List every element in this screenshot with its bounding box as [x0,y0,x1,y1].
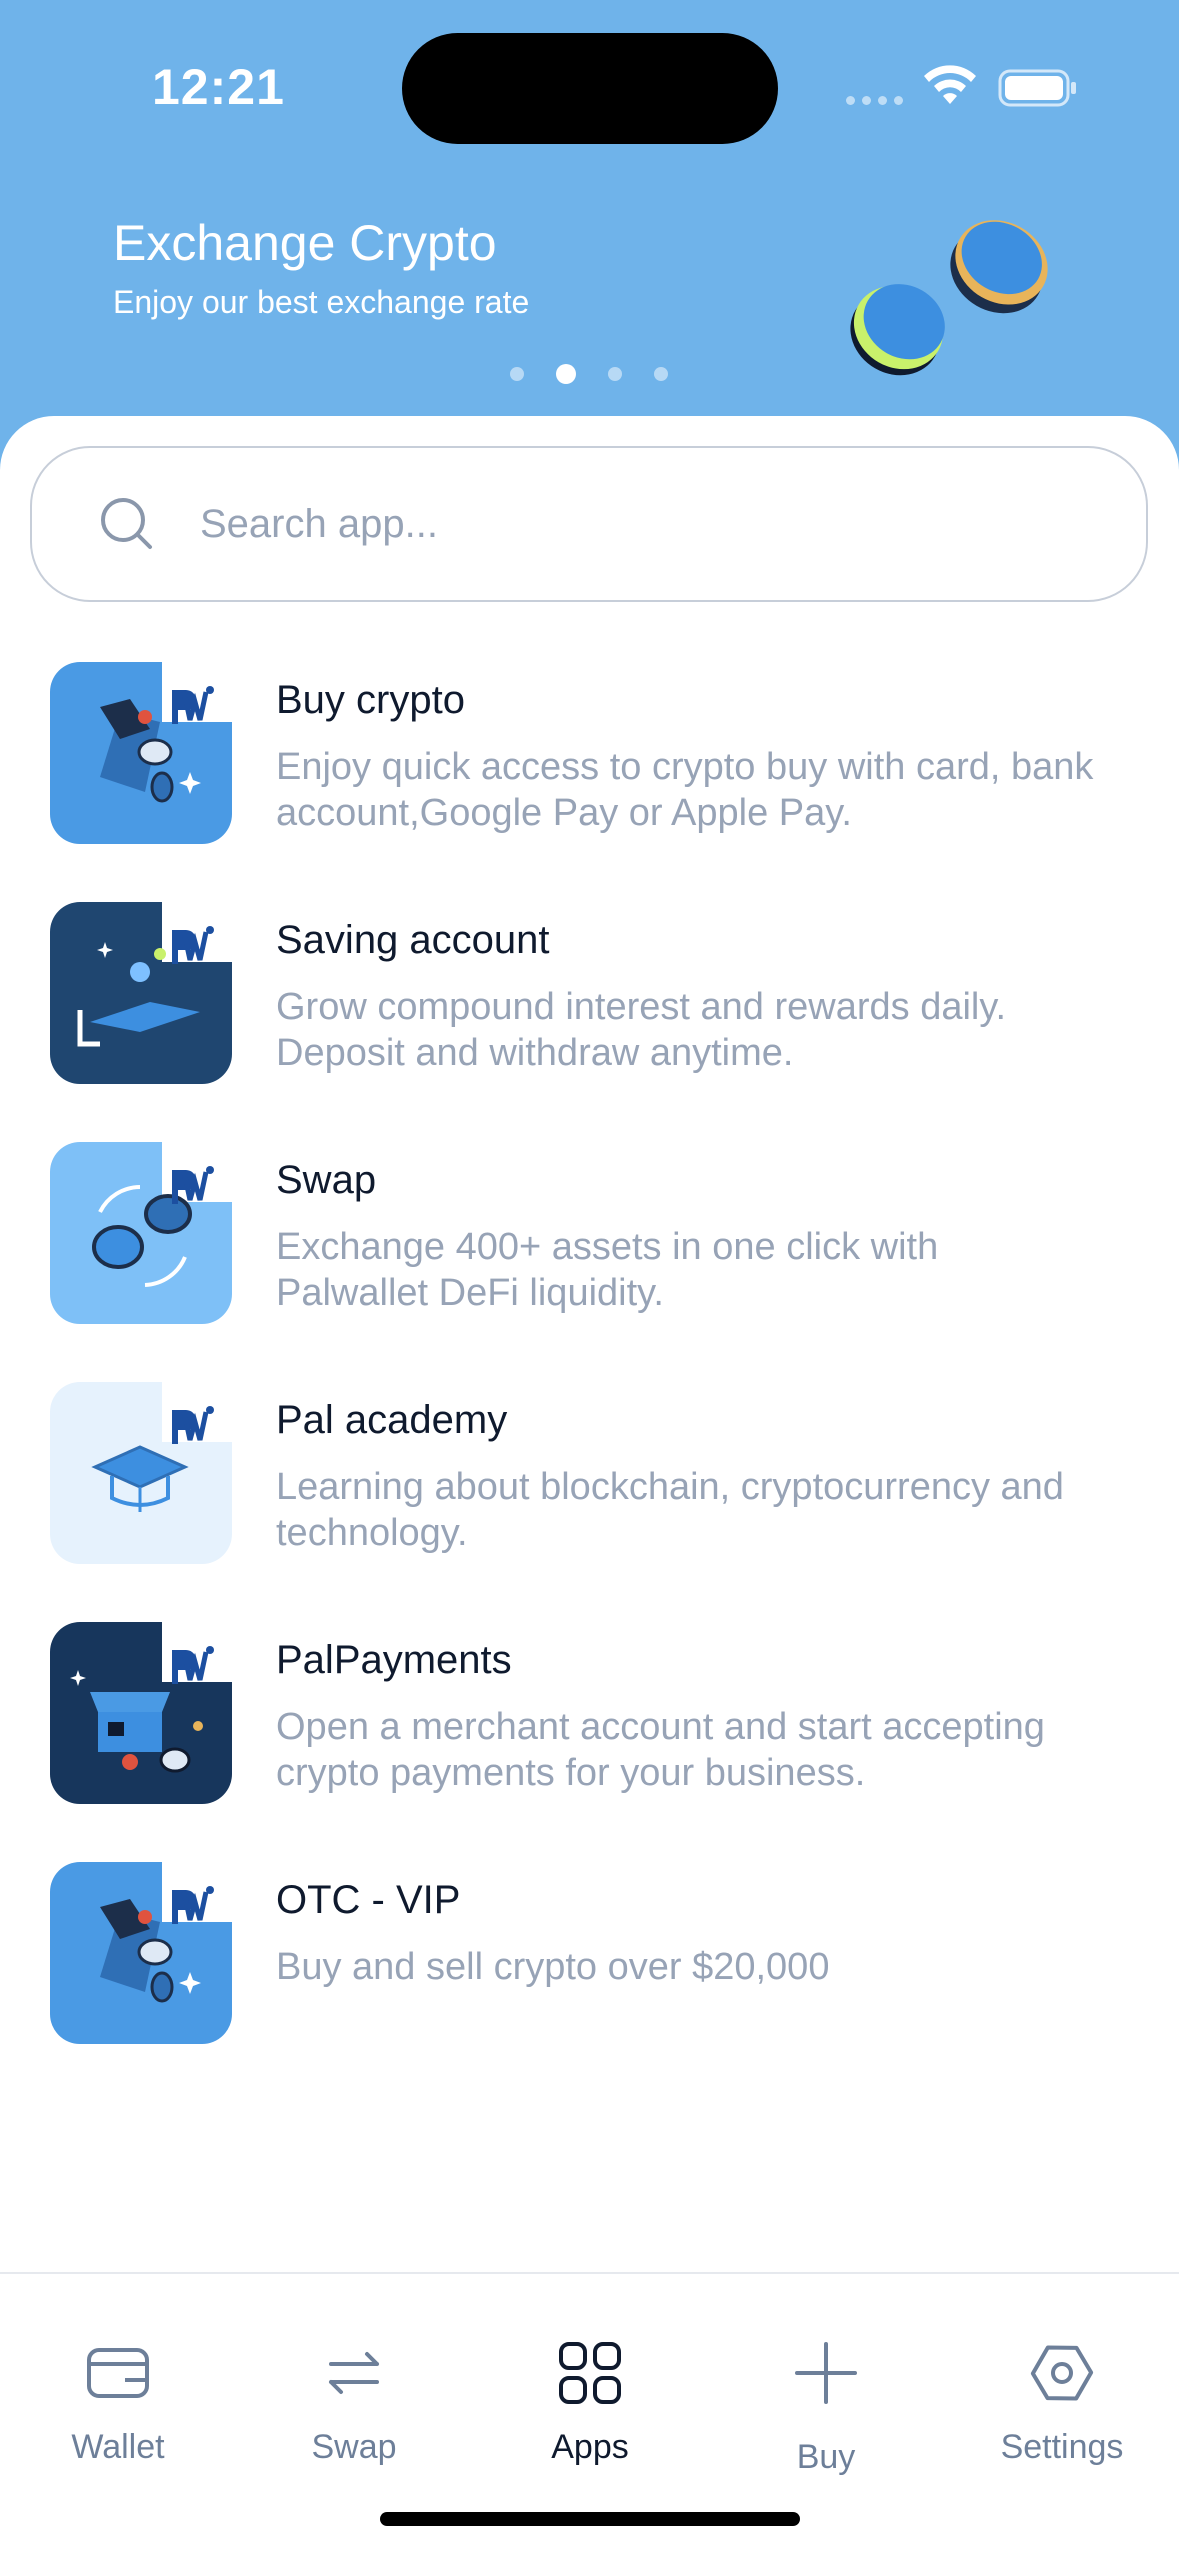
tab-settings[interactable]: Settings [944,2274,1179,2504]
swap-arrows-icon [329,2352,379,2394]
otc-vip-icon [50,1862,232,2044]
saving-account-icon [50,902,232,1084]
app-item-saving-account[interactable]: Saving account Grow compound interest an… [0,888,1179,1128]
app-description: Grow compound interest and rewards daily… [276,986,1007,1074]
coins-illustration-icon [850,220,1048,376]
app-item-buy-crypto[interactable]: Buy crypto Enjoy quick access to crypto … [0,648,1179,888]
app-item-palpayments[interactable]: PalPayments Open a merchant account and … [0,1608,1179,1848]
app-item-otc-vip[interactable]: OTC - VIP Buy and sell crypto over $20,0… [0,1848,1179,2088]
search-bar[interactable] [30,446,1148,602]
buy-crypto-icon [50,662,232,844]
app-title: PalPayments [276,1638,512,1682]
page-dot-active[interactable] [556,364,576,384]
app-description: Learning about blockchain, cryptocurrenc… [276,1466,1064,1554]
wifi-icon [924,65,976,104]
swap-app-icon [50,1142,232,1324]
wallet-icon [87,2348,149,2398]
dynamic-island [402,33,778,144]
search-input[interactable] [200,501,1100,547]
settings-hexagon-icon [1030,2345,1094,2401]
status-time: 12:21 [152,59,285,115]
app-title: Pal academy [276,1398,508,1442]
tab-label: Swap [311,2428,397,2466]
app-description: Exchange 400+ assets in one click with P… [276,1226,939,1314]
battery-icon [998,69,1076,107]
page-dot[interactable] [654,367,668,381]
cellular-signal-icon [846,96,903,105]
apps-grid-icon [559,2342,621,2404]
app-title: Swap [276,1158,377,1202]
app-title: Saving account [276,918,550,962]
app-description: Open a merchant account and start accept… [276,1706,1045,1794]
page-dot[interactable] [608,367,622,381]
app-item-swap[interactable]: Swap Exchange 400+ assets in one click w… [0,1128,1179,1368]
tab-apps[interactable]: Apps [472,2274,708,2504]
app-description: Enjoy quick access to crypto buy with ca… [276,746,1094,834]
app-list: Buy crypto Enjoy quick access to crypto … [0,648,1179,2088]
tab-wallet[interactable]: Wallet [0,2274,236,2504]
search-icon [101,498,152,549]
tab-swap[interactable]: Swap [236,2274,472,2504]
banner-pagination[interactable] [510,364,668,384]
tab-buy[interactable]: Buy [708,2274,944,2504]
app-description: Buy and sell crypto over $20,000 [276,1946,830,1988]
tab-label: Apps [551,2428,629,2466]
page-dot[interactable] [510,367,524,381]
tab-label: Settings [1000,2428,1124,2466]
banner-title: Exchange Crypto [113,215,497,271]
plus-icon [795,2342,857,2404]
header-banner[interactable]: 12:21 Exchange Crypto Enjoy our best exc… [0,0,1179,470]
app-title: Buy crypto [276,678,465,722]
home-indicator[interactable] [380,2512,800,2526]
pal-academy-icon [50,1382,232,1564]
banner-subtitle: Enjoy our best exchange rate [113,284,530,320]
palpayments-icon [50,1622,232,1804]
tab-label: Buy [796,2438,856,2476]
tab-label: Wallet [71,2428,165,2466]
app-title: OTC - VIP [276,1878,461,1922]
app-item-pal-academy[interactable]: Pal academy Learning about blockchain, c… [0,1368,1179,1608]
